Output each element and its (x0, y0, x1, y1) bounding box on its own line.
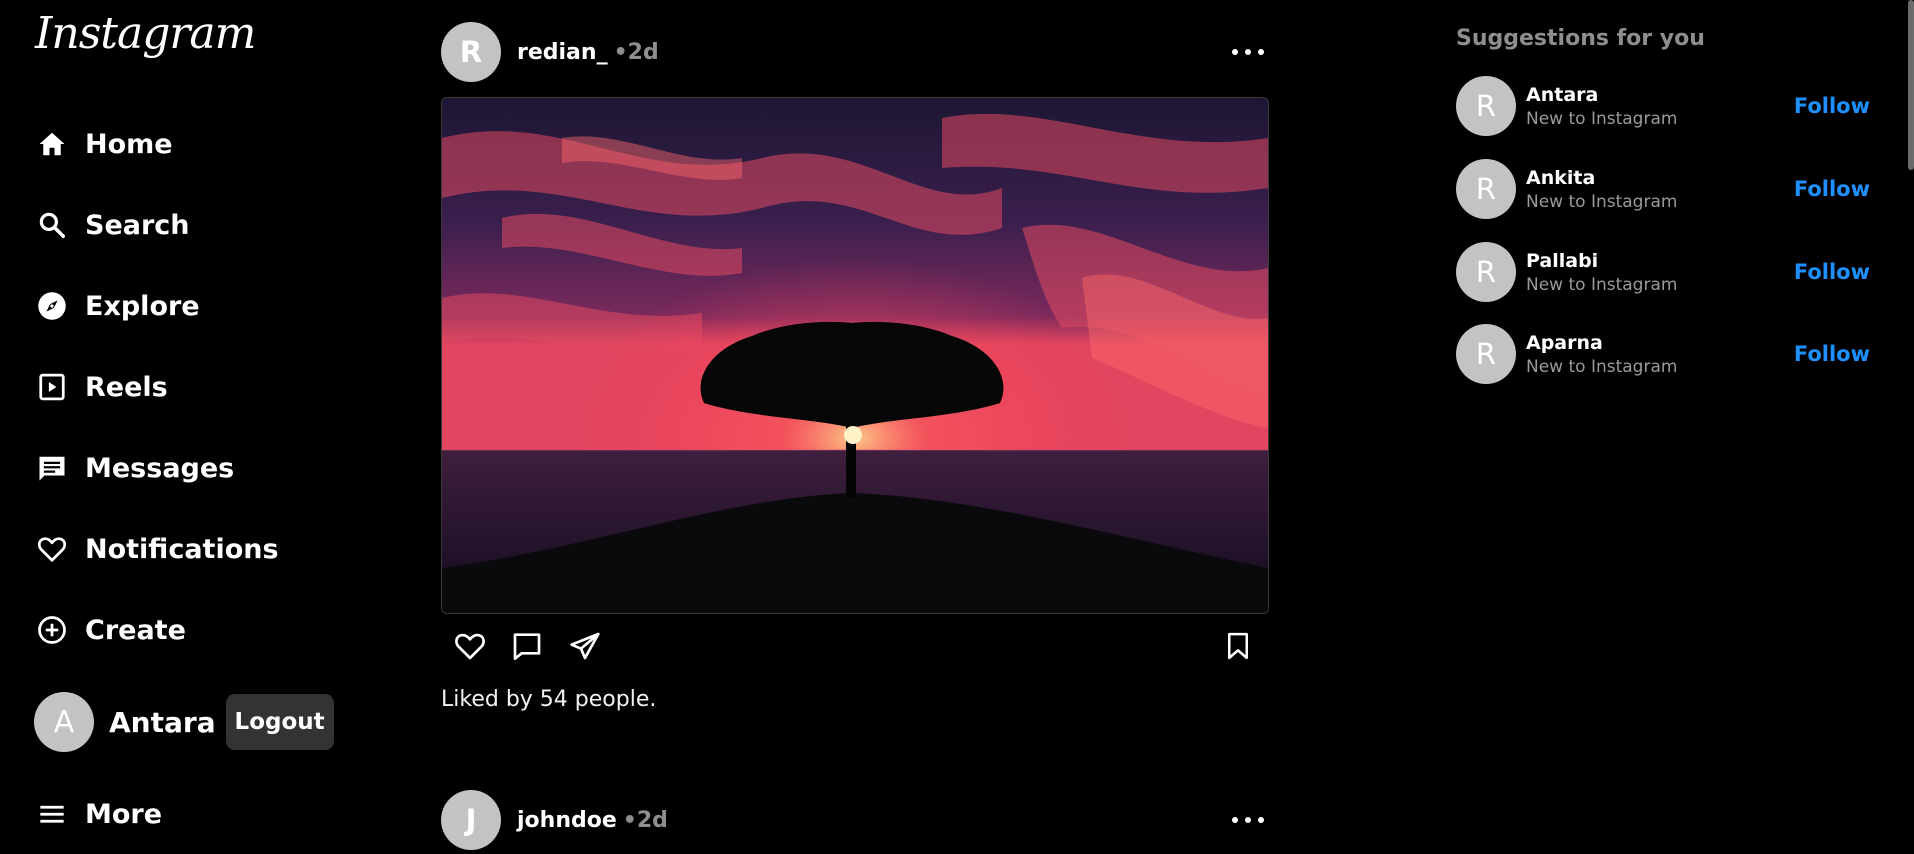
post-time: •2d (613, 39, 659, 65)
suggestion-name[interactable]: Ankita (1526, 167, 1677, 189)
bookmark-icon[interactable] (1220, 628, 1256, 664)
suggestion-subtitle: New to Instagram (1526, 191, 1678, 212)
search-icon (36, 209, 68, 241)
post-image[interactable] (441, 97, 1269, 614)
suggestion-subtitle: New to Instagram (1526, 356, 1678, 377)
suggestion-name[interactable]: Antara (1526, 84, 1677, 106)
more-options-icon[interactable] (1232, 810, 1264, 830)
avatar[interactable]: R (1456, 242, 1516, 302)
sidebar-item-label: Reels (85, 371, 168, 403)
current-user-name[interactable]: Antara (109, 706, 216, 739)
suggestions-title: Suggestions for you (1456, 26, 1705, 51)
avatar[interactable]: R (1456, 159, 1516, 219)
sidebar-item-notifications[interactable]: Notifications (36, 525, 279, 573)
avatar[interactable]: R (1456, 76, 1516, 136)
sidebar-item-label: More (85, 798, 163, 830)
suggestion-item: R Antara New to Instagram Follow (1456, 76, 1876, 136)
follow-button[interactable]: Follow (1788, 176, 1876, 202)
sidebar-item-reels[interactable]: Reels (36, 363, 168, 411)
sidebar-item-explore[interactable]: Explore (36, 282, 200, 330)
sidebar-item-label: Create (85, 614, 186, 646)
heart-icon (36, 533, 68, 565)
post-username[interactable]: redian_ (517, 40, 608, 65)
comment-icon[interactable] (509, 628, 545, 664)
share-icon[interactable] (567, 628, 603, 664)
avatar[interactable]: R (441, 22, 501, 82)
sidebar-item-messages[interactable]: Messages (36, 444, 234, 492)
sidebar-item-label: Explore (85, 290, 200, 322)
like-icon[interactable] (452, 628, 488, 664)
message-icon (36, 452, 68, 484)
post-username[interactable]: johndoe (517, 808, 617, 833)
suggestion-name[interactable]: Pallabi (1526, 250, 1677, 272)
follow-button[interactable]: Follow (1788, 259, 1876, 285)
sidebar-item-label: Search (85, 209, 190, 241)
sidebar-item-home[interactable]: Home (36, 120, 173, 168)
post-header: R redian_ •2d (441, 22, 659, 82)
sidebar-item-create[interactable]: Create (36, 606, 186, 654)
avatar[interactable]: A (34, 692, 94, 752)
sidebar-item-label: Home (85, 128, 173, 160)
sidebar-item-label: Messages (85, 452, 235, 484)
avatar[interactable]: R (1456, 324, 1516, 384)
sidebar: Instagram Home Search Explore Reels Mess… (0, 0, 400, 854)
suggestion-item: R Pallabi New to Instagram Follow (1456, 242, 1876, 302)
post-time: •2d (622, 807, 668, 833)
compass-icon (36, 290, 68, 322)
more-options-icon[interactable] (1232, 42, 1264, 62)
reels-icon (36, 371, 68, 403)
likes-count: Liked by 54 people. (441, 687, 657, 712)
avatar[interactable]: J (441, 790, 501, 850)
sidebar-item-more[interactable]: More (36, 790, 162, 838)
sidebar-item-label: Notifications (85, 533, 279, 565)
sidebar-item-search[interactable]: Search (36, 201, 190, 249)
suggestion-subtitle: New to Instagram (1526, 274, 1678, 295)
instagram-logo[interactable]: Instagram (35, 8, 256, 59)
post-header: J johndoe •2d (441, 790, 668, 850)
suggestion-item: R Ankita New to Instagram Follow (1456, 159, 1876, 219)
home-icon (36, 128, 68, 160)
current-user: A Antara Logout (34, 692, 334, 752)
plus-circle-icon (36, 614, 68, 646)
suggestion-subtitle: New to Instagram (1526, 108, 1678, 129)
follow-button[interactable]: Follow (1788, 93, 1876, 119)
logout-button[interactable]: Logout (225, 694, 334, 750)
suggestion-name[interactable]: Aparna (1526, 332, 1677, 354)
suggestion-item: R Aparna New to Instagram Follow (1456, 324, 1876, 384)
follow-button[interactable]: Follow (1788, 341, 1876, 367)
scrollbar[interactable] (1908, 0, 1914, 170)
menu-icon (36, 798, 68, 830)
